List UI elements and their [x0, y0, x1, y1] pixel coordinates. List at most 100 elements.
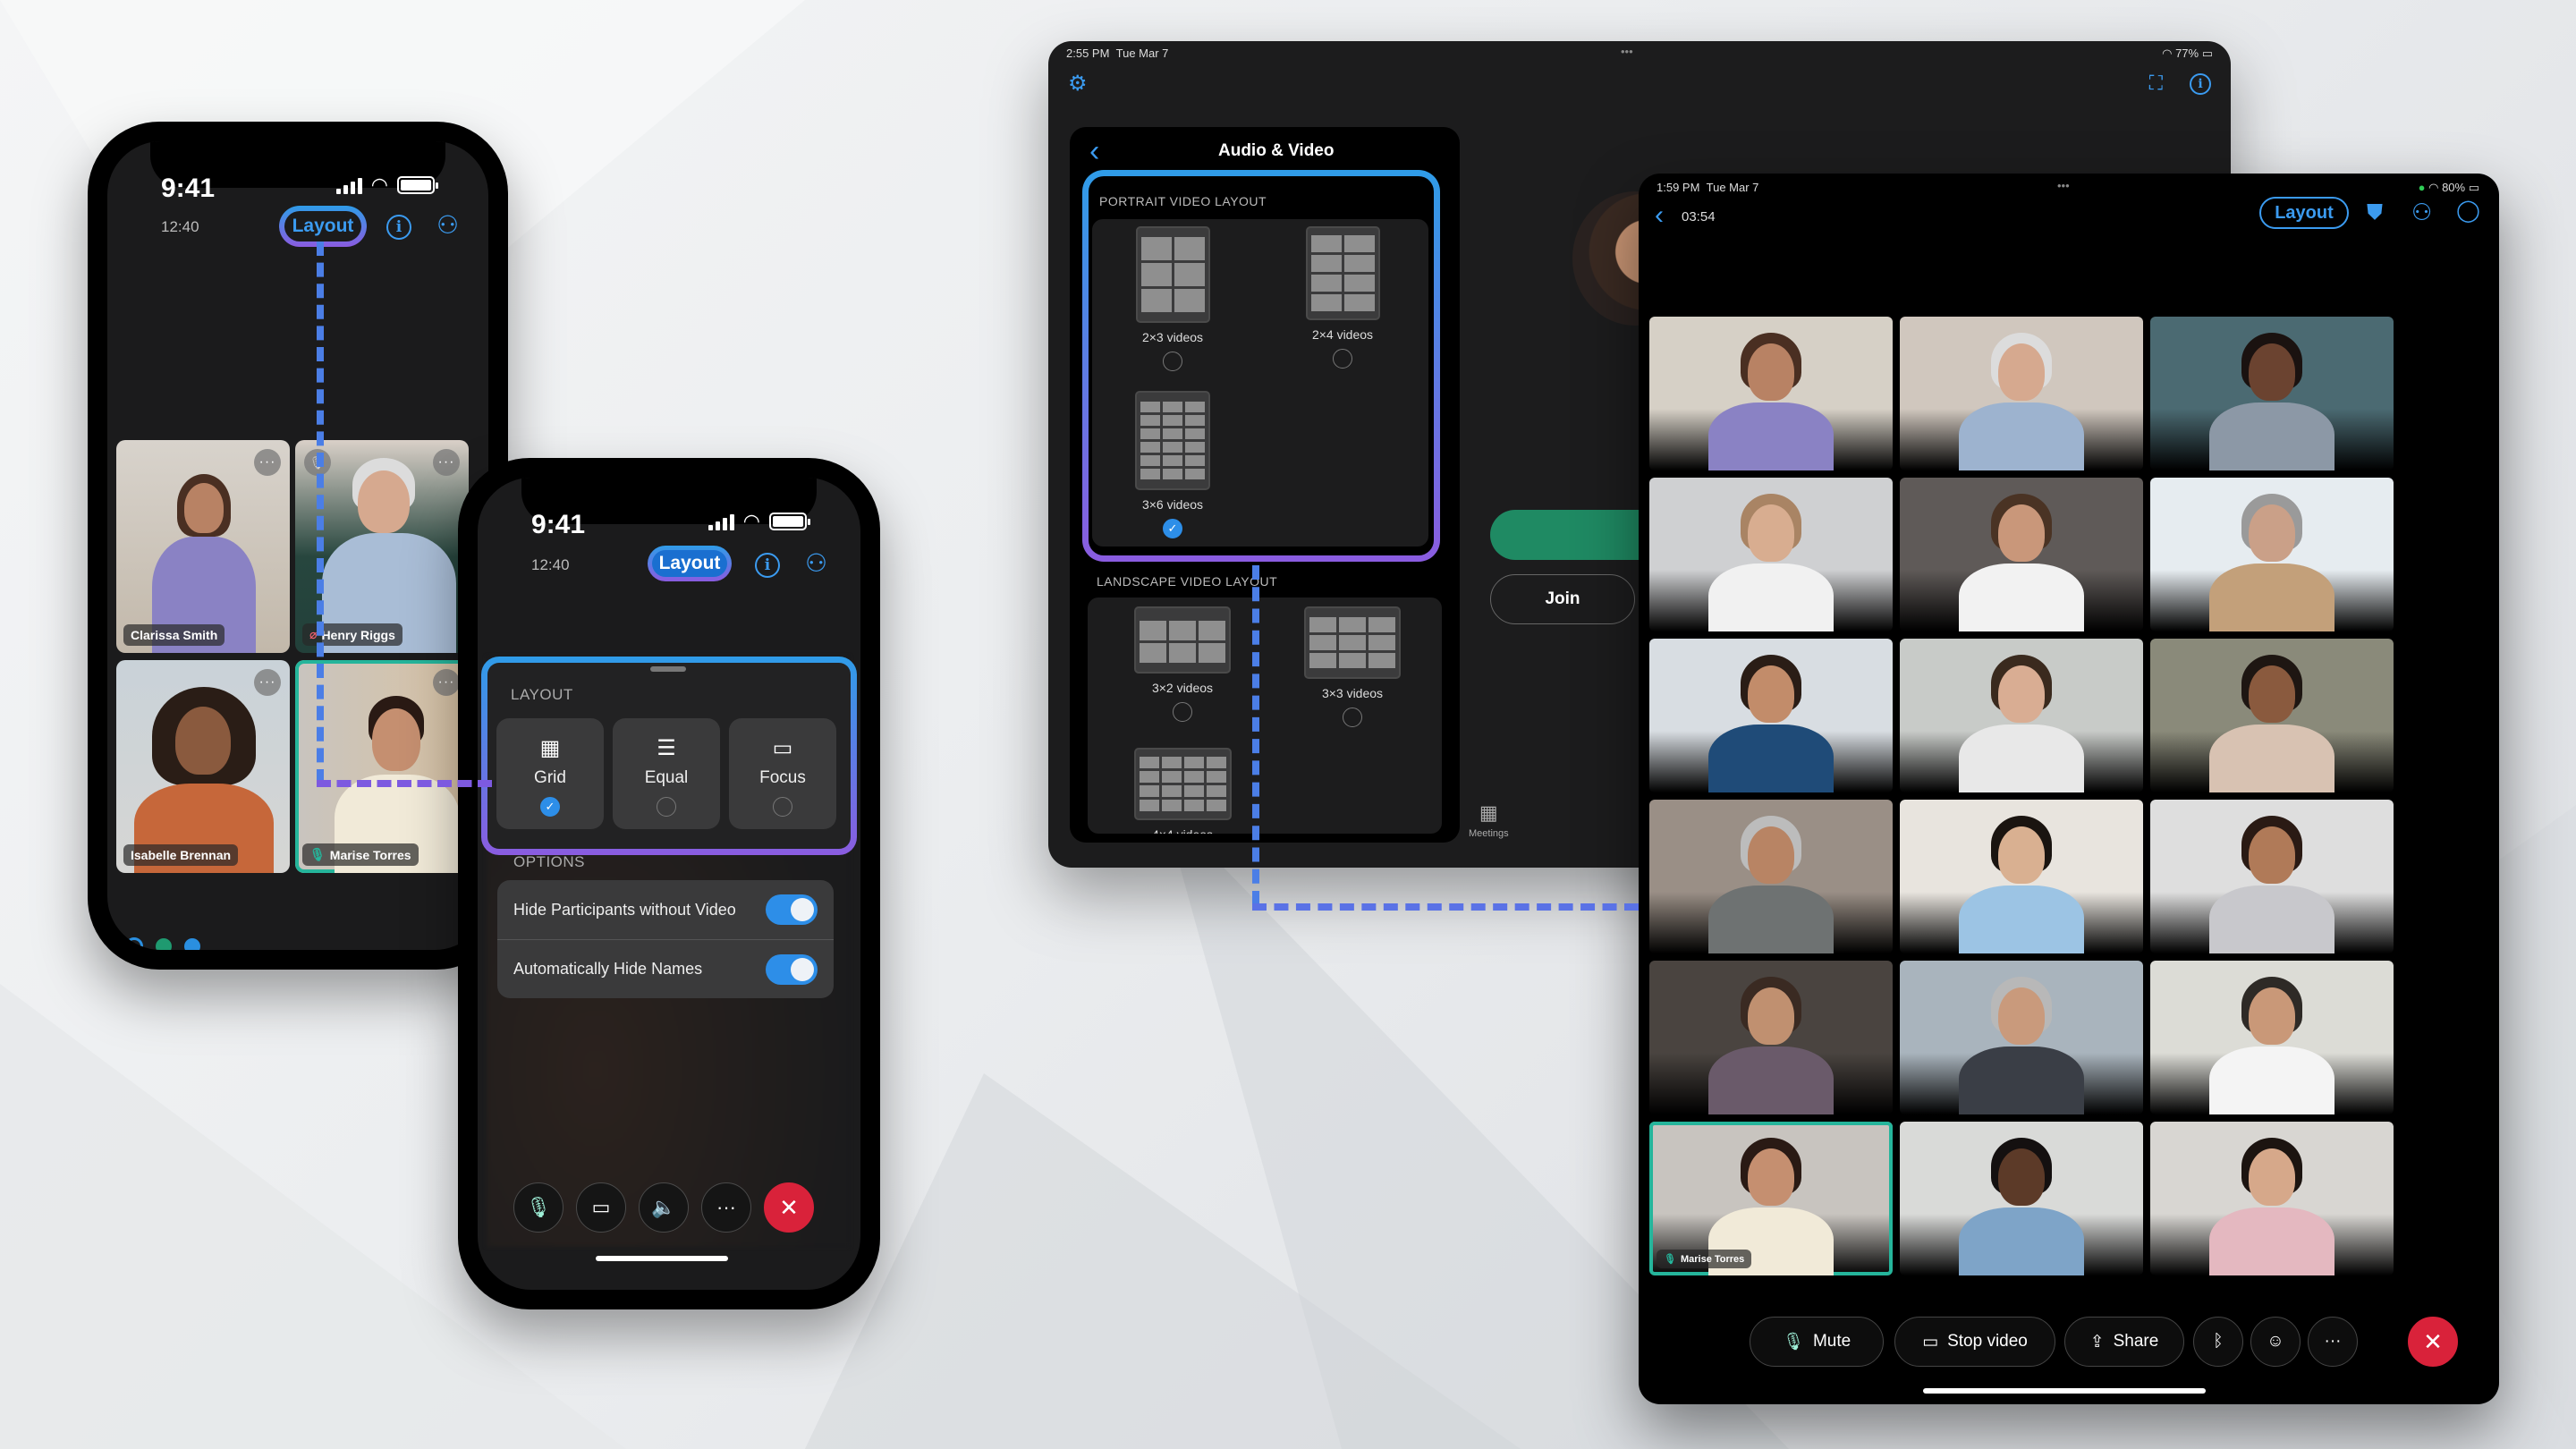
- toggle-switch-on[interactable]: [766, 953, 818, 985]
- info-icon[interactable]: i: [755, 553, 780, 578]
- participant-face: [2249, 826, 2295, 884]
- video-tile[interactable]: [1649, 800, 1893, 953]
- reactions-icon: ☺: [2267, 1332, 2284, 1351]
- landscape-option-4x4[interactable]: 4×4 videos: [1120, 748, 1245, 834]
- bluetooth-icon: ᛒ: [2213, 1332, 2224, 1351]
- video-tile[interactable]: [2150, 478, 2394, 631]
- video-tile[interactable]: [1900, 961, 2143, 1114]
- participant-name: Clarissa Smith: [123, 624, 225, 646]
- participants-icon[interactable]: ⚇: [436, 213, 459, 238]
- tile-more-button[interactable]: ···: [433, 449, 460, 476]
- video-tile[interactable]: [1649, 639, 1893, 792]
- participant-name-text: Marise Torres: [1680, 1253, 1745, 1265]
- multitask-dots[interactable]: •••: [1621, 45, 1633, 58]
- share-button[interactable]: ⇪ Share: [2064, 1317, 2184, 1367]
- video-tile[interactable]: [1649, 961, 1893, 1114]
- video-tile[interactable]: [1649, 478, 1893, 631]
- portrait-option-2x4[interactable]: 2×4 videos: [1280, 226, 1405, 369]
- radio-unselected[interactable]: [1333, 349, 1352, 369]
- home-indicator: [1923, 1388, 2206, 1394]
- options-section-label: OPTIONS: [513, 853, 586, 870]
- multitask-dots[interactable]: •••: [2057, 179, 2070, 192]
- layout-button[interactable]: Layout: [648, 546, 732, 581]
- participants-icon[interactable]: ⚇: [2411, 200, 2432, 224]
- nav-meetings[interactable]: ▦ Meetings: [1469, 801, 1509, 839]
- participant-face: [1748, 987, 1794, 1045]
- join-button[interactable]: Join: [1490, 574, 1635, 624]
- radio-unselected[interactable]: [773, 797, 792, 817]
- option-hide-participants-without-video: Hide Participants without Video: [497, 880, 834, 939]
- radio-unselected[interactable]: [1343, 708, 1362, 727]
- layout-button[interactable]: Layout: [2259, 197, 2349, 229]
- tile-more-button[interactable]: ···: [433, 669, 460, 696]
- option-label: 3×2 videos: [1151, 681, 1214, 695]
- video-tile[interactable]: [2150, 800, 2394, 953]
- radio-unselected[interactable]: [1163, 352, 1182, 371]
- back-chevron-icon[interactable]: ‹: [1655, 202, 1664, 229]
- video-tile[interactable]: [1900, 639, 2143, 792]
- toggle-switch-on[interactable]: [766, 894, 818, 925]
- video-tile[interactable]: [1649, 317, 1893, 470]
- chat-icon[interactable]: ◯: [2456, 200, 2480, 222]
- tile-more-button[interactable]: ···: [254, 669, 281, 696]
- participant-face: [1998, 1148, 2045, 1206]
- back-chevron-icon[interactable]: ‹: [1089, 136, 1099, 166]
- more-button[interactable]: ···: [2308, 1317, 2358, 1367]
- participant-body: [1708, 724, 1834, 792]
- participant-body: [1708, 564, 1834, 631]
- landscape-option-3x2[interactable]: 3×2 videos: [1120, 606, 1245, 722]
- end-call-button[interactable]: ✕: [2408, 1317, 2458, 1367]
- video-tile-active-speaker[interactable]: 🎙 Marise Torres: [1649, 1122, 1893, 1275]
- video-tile[interactable]: ··· Clarissa Smith: [116, 440, 290, 653]
- video-tile[interactable]: [2150, 317, 2394, 470]
- fullscreen-icon[interactable]: ⛶: [2149, 73, 2163, 93]
- radio-unselected[interactable]: [657, 797, 676, 817]
- bluetooth-button[interactable]: ᛒ: [2193, 1317, 2243, 1367]
- radio-selected[interactable]: ✓: [1163, 519, 1182, 538]
- info-icon[interactable]: i: [2190, 73, 2211, 95]
- microphone-icon: 🎙: [1782, 1333, 1804, 1352]
- end-call-button[interactable]: ✕: [764, 1182, 814, 1233]
- security-shield-icon[interactable]: ⛊: [2367, 202, 2383, 224]
- layout-option-focus[interactable]: ▭ Focus: [729, 718, 836, 829]
- reactions-button[interactable]: ☺: [2250, 1317, 2301, 1367]
- participant-face: [1748, 665, 1794, 723]
- signal-icon: [708, 513, 734, 530]
- participant-body: [1708, 1046, 1834, 1114]
- video-tile[interactable]: ··· Isabelle Brennan: [116, 660, 290, 873]
- participant-body: [1959, 1046, 2084, 1114]
- video-tile[interactable]: [1900, 478, 2143, 631]
- landscape-option-3x3[interactable]: 3×3 videos: [1290, 606, 1415, 727]
- portrait-option-3x6[interactable]: 3×6 videos ✓: [1110, 391, 1235, 538]
- battery-icon: [769, 513, 810, 530]
- portrait-option-2x3[interactable]: 2×3 videos: [1110, 226, 1235, 371]
- stop-video-button[interactable]: ▭ Stop video: [1894, 1317, 2055, 1367]
- share-icon: ⇪: [2089, 1332, 2105, 1352]
- radio-unselected[interactable]: [1173, 702, 1192, 722]
- video-tile[interactable]: [1900, 1122, 2143, 1275]
- settings-gear-icon[interactable]: ⚙: [1068, 73, 1088, 95]
- video-tile[interactable]: [1900, 800, 2143, 953]
- more-button[interactable]: ···: [701, 1182, 751, 1233]
- microphone-button[interactable]: 🎙: [513, 1182, 564, 1233]
- video-tile[interactable]: [1900, 317, 2143, 470]
- sheet-grabber[interactable]: [650, 666, 686, 672]
- participant-face: [2249, 665, 2295, 723]
- video-tile[interactable]: [2150, 961, 2394, 1114]
- landscape-options-card: 3×2 videos 3×3 videos 4×4 videos: [1088, 597, 1442, 834]
- participants-icon[interactable]: ⚇: [805, 551, 827, 576]
- layout-section-label: LAYOUT: [511, 686, 573, 703]
- layout-option-equal[interactable]: ☰ Equal: [613, 718, 720, 829]
- battery-status: ● ◠ 80% ▭: [2418, 181, 2479, 194]
- camera-button[interactable]: ▭: [576, 1182, 626, 1233]
- mute-button[interactable]: 🎙 Mute: [1750, 1317, 1884, 1367]
- layout-option-grid[interactable]: ▦ Grid ✓: [496, 718, 604, 829]
- video-tile[interactable]: [2150, 1122, 2394, 1275]
- info-icon[interactable]: i: [386, 215, 411, 240]
- button-label: Share: [2113, 1332, 2159, 1351]
- radio-selected[interactable]: ✓: [540, 797, 560, 817]
- tile-more-button[interactable]: ···: [254, 449, 281, 476]
- speaker-icon: 🔈: [651, 1196, 676, 1218]
- speaker-button[interactable]: 🔈: [639, 1182, 689, 1233]
- video-tile[interactable]: [2150, 639, 2394, 792]
